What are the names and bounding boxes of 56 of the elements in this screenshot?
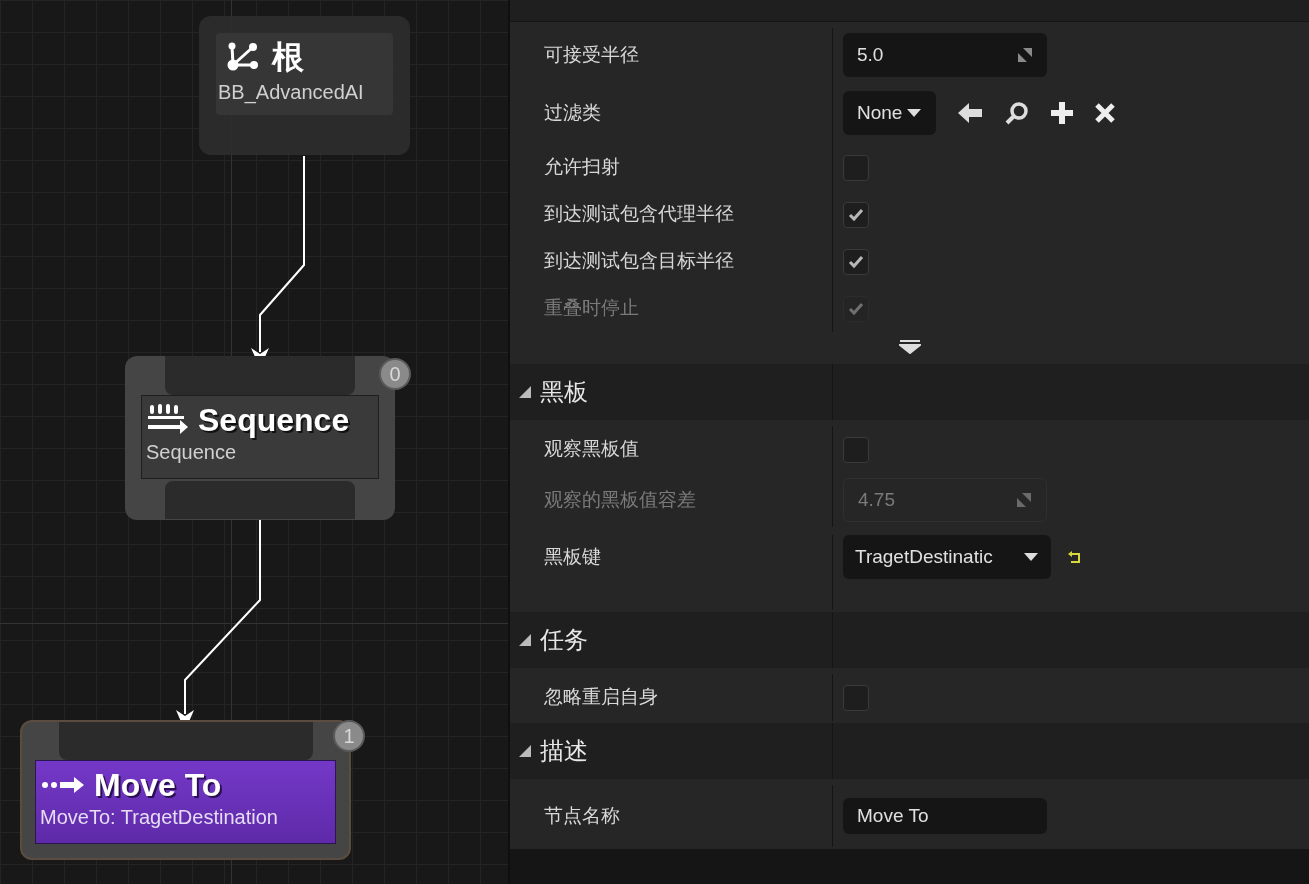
add-icon[interactable]: [1050, 101, 1075, 125]
graph-canvas[interactable]: 根 BB_AdvancedAI Sequence Sequence 0 Move To MoveTo: TragetDestination 1: [0, 0, 510, 884]
property-label: 到达测试包含目标半径: [544, 249, 734, 274]
text-field[interactable]: Move To: [843, 798, 1047, 834]
section-title: 黑板: [540, 377, 588, 407]
reset-icon[interactable]: [1067, 549, 1083, 565]
property-label: 过滤类: [544, 100, 601, 125]
caret-icon: [906, 108, 923, 118]
expand-icon: [518, 385, 532, 399]
node-title: Sequence: [198, 401, 350, 440]
check-icon: [848, 207, 864, 222]
input-pin[interactable]: [165, 356, 355, 395]
expand-icon: [518, 633, 532, 647]
checkbox[interactable]: [843, 201, 869, 228]
property-label: 重叠时停止: [544, 296, 639, 321]
input-pin[interactable]: [58, 722, 313, 760]
property-label: 节点名称: [544, 803, 620, 828]
section-title: 描述: [540, 736, 588, 766]
checkbox[interactable]: [843, 436, 869, 463]
root-node[interactable]: 根 BB_AdvancedAI: [199, 16, 410, 155]
node-subtitle: MoveTo: TragetDestination: [40, 805, 279, 830]
property-label: 忽略重启自身: [544, 685, 658, 710]
node-subtitle: BB_AdvancedAI: [218, 80, 365, 106]
node-title: 根: [272, 41, 304, 73]
section-header[interactable]: 描述: [510, 723, 1309, 779]
node-title: Move To: [94, 766, 222, 805]
property-label: 观察黑板值: [544, 437, 639, 462]
resize-icon: [1016, 492, 1032, 508]
checkbox[interactable]: [843, 154, 869, 181]
back-arrow-icon[interactable]: [956, 101, 985, 125]
expand-icon: [518, 744, 532, 758]
key-dropdown[interactable]: TragetDestinatic: [843, 535, 1051, 579]
class-dropdown[interactable]: None: [843, 91, 937, 135]
node-subtitle: Sequence: [146, 440, 238, 465]
section-header[interactable]: 任务: [510, 612, 1309, 668]
dotted-arrow-icon: [40, 774, 86, 796]
property-label: 允许扫射: [544, 155, 620, 180]
branch-icon: [226, 41, 260, 73]
section-title: 任务: [540, 625, 588, 655]
property-label: 观察的黑板值容差: [544, 487, 696, 512]
close-icon[interactable]: [1094, 102, 1117, 124]
checkbox[interactable]: [843, 684, 869, 711]
resize-icon: [1017, 47, 1033, 63]
search-icon[interactable]: [1004, 100, 1031, 126]
order-badge: 1: [333, 720, 365, 752]
check-icon: [848, 301, 864, 316]
property-label: 黑板键: [544, 545, 601, 569]
checkbox[interactable]: [843, 248, 869, 275]
order-badge: 0: [379, 358, 411, 390]
number-field[interactable]: 5.0: [843, 33, 1047, 77]
show-more-icon[interactable]: [898, 340, 921, 354]
section-header[interactable]: 黑板: [510, 364, 1309, 420]
property-label: 到达测试包含代理半径: [544, 202, 734, 227]
check-icon: [848, 254, 864, 269]
property-label: 可接受半径: [544, 42, 639, 67]
caret-icon: [1023, 552, 1039, 562]
